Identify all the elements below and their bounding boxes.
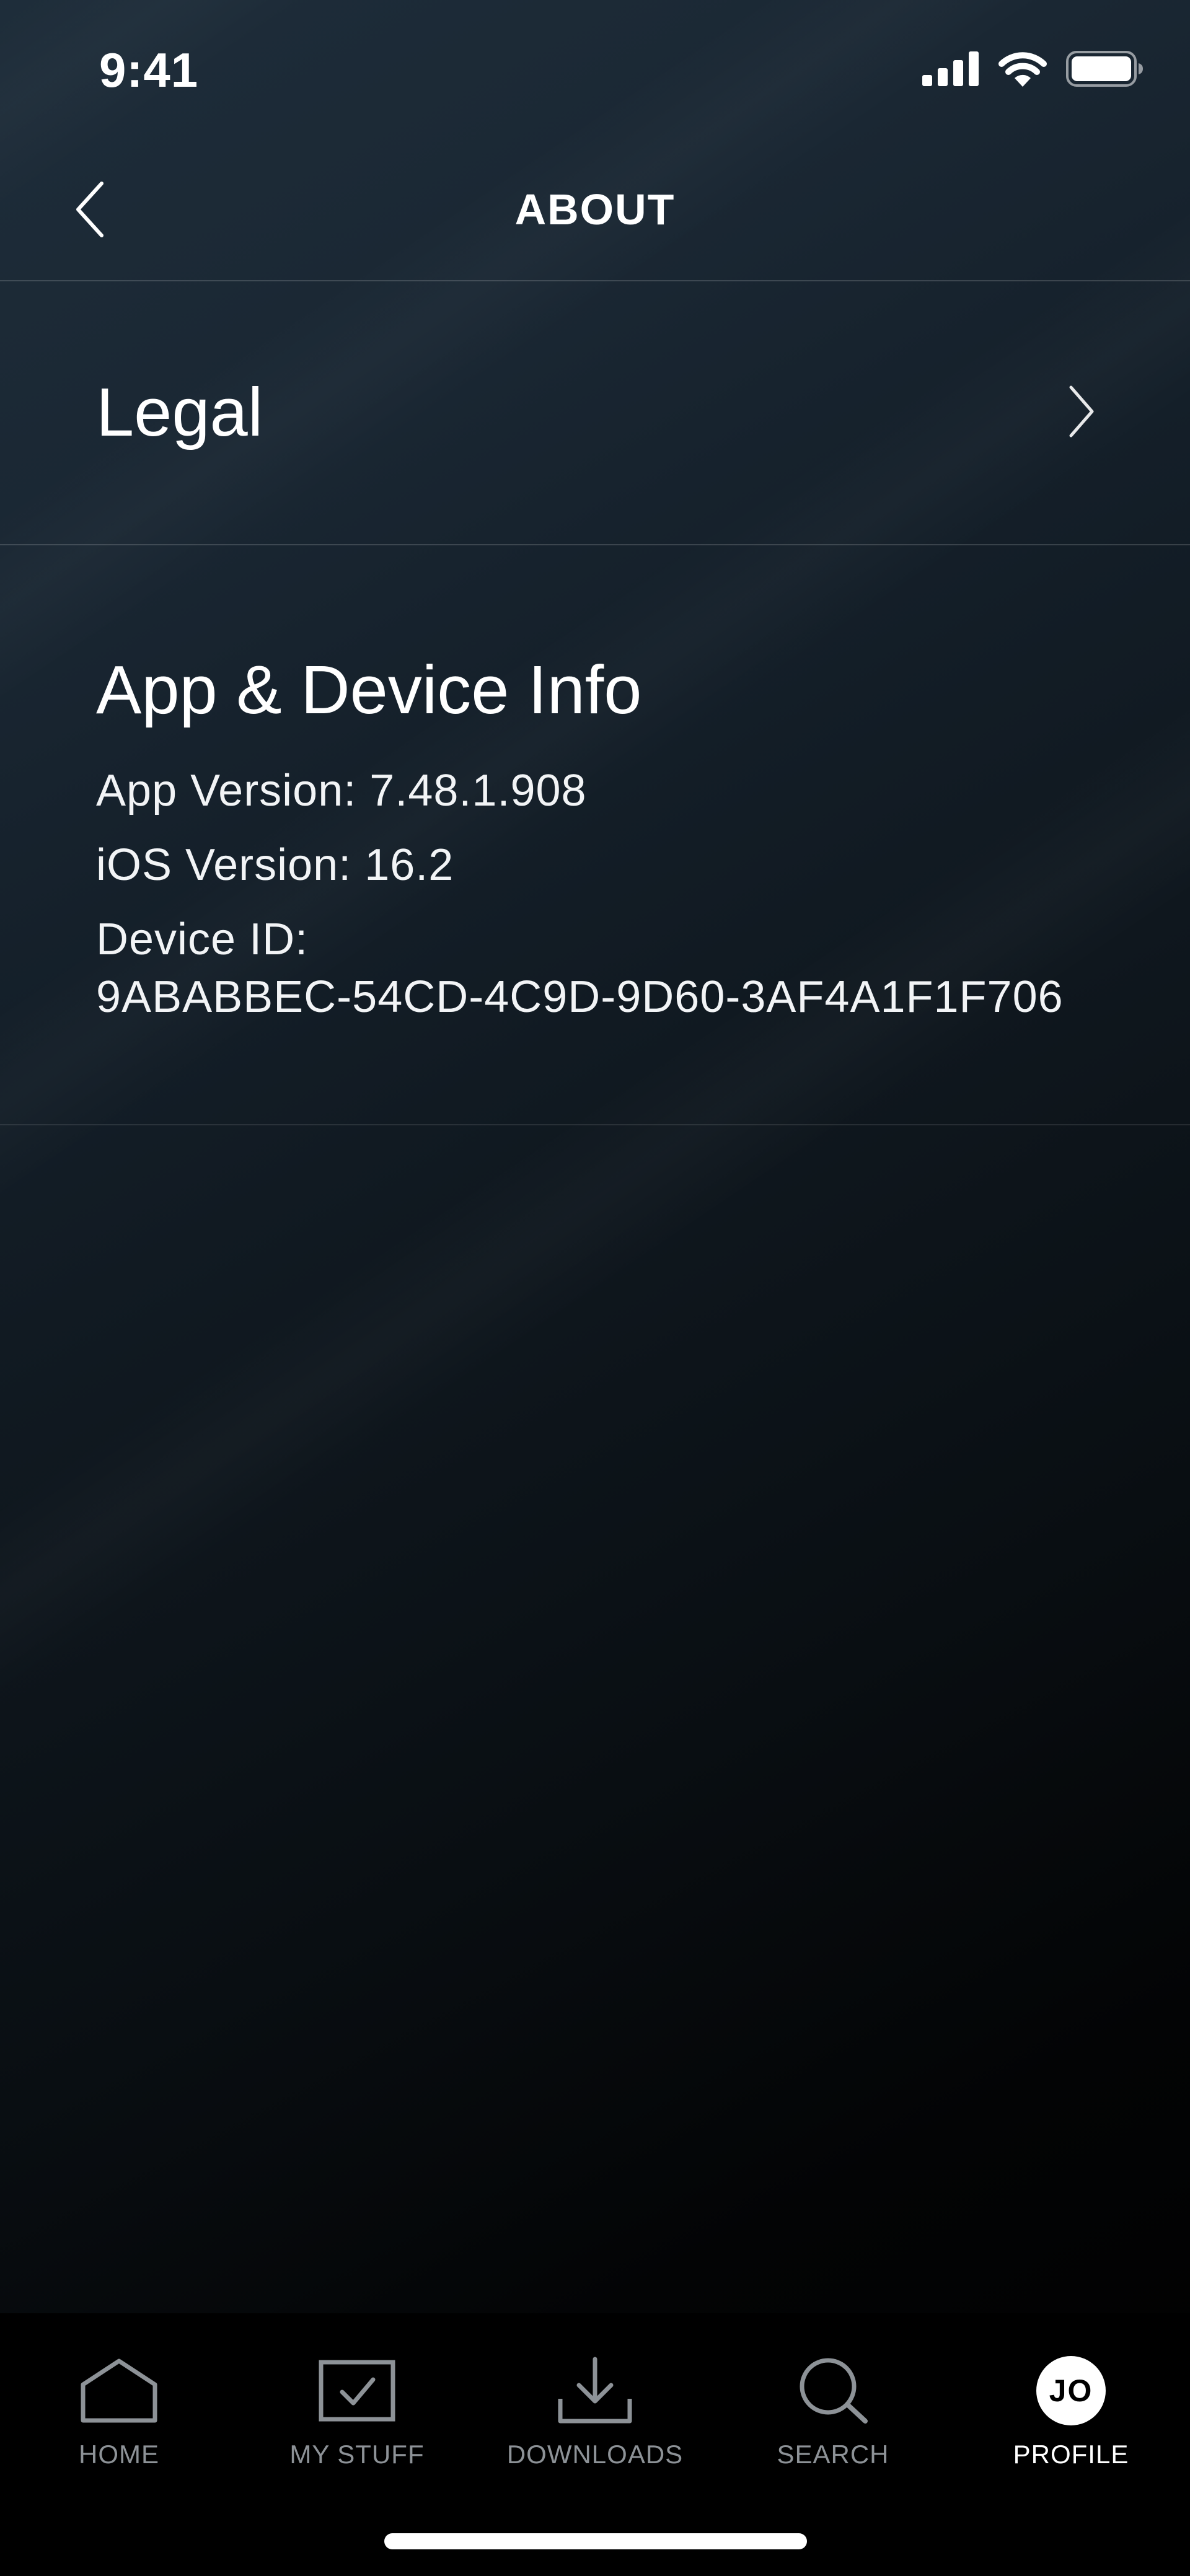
cellular-signal-icon xyxy=(922,51,979,86)
legal-label: Legal xyxy=(96,374,263,451)
status-bar: 9:41 xyxy=(0,0,1190,143)
home-icon xyxy=(81,2358,157,2423)
battery-icon xyxy=(1066,51,1143,87)
legal-row[interactable]: Legal xyxy=(0,281,1190,545)
tab-label: HOME xyxy=(79,2440,159,2469)
chevron-right-icon xyxy=(1069,385,1094,437)
nav-header: ABOUT xyxy=(0,143,1190,281)
tab-search[interactable]: SEARCH xyxy=(714,2344,952,2499)
wifi-icon xyxy=(998,52,1047,87)
page-title: ABOUT xyxy=(514,185,676,234)
status-time: 9:41 xyxy=(99,43,199,97)
tab-label: SEARCH xyxy=(777,2440,889,2469)
status-icons xyxy=(922,51,1143,87)
tab-label: DOWNLOADS xyxy=(506,2440,684,2469)
avatar: JO xyxy=(1036,2356,1106,2425)
my-stuff-icon xyxy=(319,2360,395,2422)
search-icon xyxy=(800,2358,868,2424)
tab-profile[interactable]: JO PROFILE xyxy=(952,2344,1190,2499)
tab-my-stuff[interactable]: MY STUFF xyxy=(238,2344,476,2499)
ios-version-text: iOS Version: 16.2 xyxy=(96,840,454,890)
device-id-value: 9ABABBEC-54CD-4C9D-9D60-3AF4A1F1F706 xyxy=(96,972,1064,1022)
app-device-info-section: App & Device Info App Version: 7.48.1.90… xyxy=(0,545,1190,1125)
home-indicator xyxy=(384,2533,807,2549)
device-id-label: Device ID: xyxy=(96,915,309,964)
about-screen: 9:41 ABOUT Legal App & Device Info App V… xyxy=(0,0,1190,2576)
tab-bar: HOME MY STUFF DOWNLOADS SEARCH JO PROFIL… xyxy=(0,2313,1190,2576)
tab-label: MY STUFF xyxy=(289,2440,425,2469)
app-version-text: App Version: 7.48.1.908 xyxy=(96,766,587,815)
tab-downloads[interactable]: DOWNLOADS xyxy=(476,2344,714,2499)
tab-home[interactable]: HOME xyxy=(0,2344,238,2499)
tab-label: PROFILE xyxy=(1013,2440,1129,2469)
download-icon xyxy=(558,2357,632,2424)
info-section-title: App & Device Info xyxy=(96,652,642,728)
